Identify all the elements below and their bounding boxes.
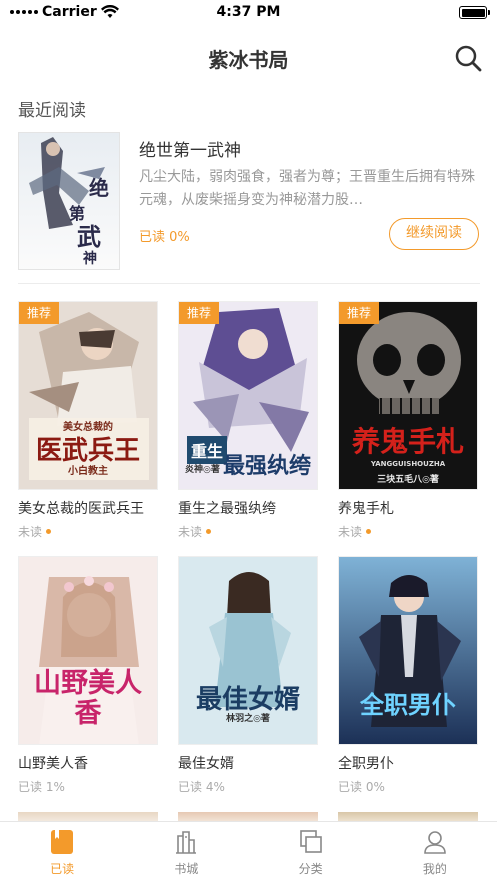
recent-book-title: 绝世第一武神 (139, 141, 241, 161)
unread-dot (46, 529, 52, 534)
cover-author: 林羽之◎著 (226, 714, 270, 724)
svg-text:绝: 绝 (89, 176, 109, 200)
book-status: 未读 (178, 523, 318, 540)
book-status: 已读 1% (18, 778, 158, 795)
profile-icon (424, 831, 446, 854)
cover-subtitle: 重生 (187, 436, 227, 464)
book-cover[interactable]: 全职男仆 (338, 556, 478, 745)
book-title: 山野美人香 (18, 756, 88, 772)
category-icon (299, 830, 322, 853)
book-cover[interactable]: 重生 最强纨绔 炎神◎著 推荐 (178, 301, 318, 490)
book-card[interactable]: 养鬼手札 YANGGUISHOUZHA 三块五毛八◎著 推荐 养鬼手札 未读 (338, 301, 478, 540)
book-status-label: 已读 0% (338, 780, 385, 794)
recent-cover-art: 绝 第 武 神 (19, 133, 119, 269)
book-card[interactable]: 重生 最强纨绔 炎神◎著 推荐 重生之最强纨绔 未读 (178, 301, 318, 540)
recent-reading-heading: 最近阅读 (18, 101, 86, 121)
book-status-label: 未读 (178, 525, 203, 539)
recent-book-cover[interactable]: 绝 第 武 神 (18, 132, 120, 270)
recent-book-description: 凡尘大陆，弱肉强食，强者为尊；王晋重生后拥有特殊元魂，从废柴摇身变为神秘潜力股… (139, 169, 475, 208)
book-status-label: 已读 4% (178, 780, 225, 794)
svg-text:第: 第 (69, 204, 85, 223)
book-cover[interactable]: 养鬼手札 YANGGUISHOUZHA 三块五毛八◎著 推荐 (338, 301, 478, 490)
tab-bookstore[interactable]: 书城 (124, 822, 248, 883)
clock: 4:37 PM (216, 4, 281, 20)
tab-category[interactable]: 分类 (249, 822, 373, 883)
svg-text:武: 武 (77, 222, 101, 251)
bookstore-icon (176, 831, 197, 854)
tab-label: 分类 (298, 862, 323, 876)
cover-subtitle: YANGGUISHOUZHA (370, 460, 446, 468)
tab-label: 书城 (174, 862, 199, 876)
svg-text:神: 神 (83, 250, 97, 267)
continue-reading-button[interactable]: 继续阅读 (389, 218, 479, 250)
cover-author: 炎神◎著 (185, 465, 220, 475)
book-icon (51, 830, 74, 854)
recommend-badge: 推荐 (19, 302, 59, 324)
book-title: 养鬼手札 (338, 501, 394, 517)
book-card[interactable]: 最佳女婿 林羽之◎著 最佳女婿 已读 4% (178, 556, 318, 795)
tab-profile[interactable]: 我的 (373, 822, 497, 883)
book-status: 已读 0% (338, 778, 478, 795)
divider (18, 283, 480, 284)
status-bar: Carrier 4:37 PM (0, 0, 497, 26)
book-cover[interactable]: 最佳女婿 林羽之◎著 (178, 556, 318, 745)
book-card[interactable]: 全职男仆 全职男仆 已读 0% (338, 556, 478, 795)
book-status: 未读 (18, 523, 158, 540)
cover-title: 全职男仆 (360, 690, 456, 719)
battery-icon (459, 6, 490, 19)
book-title: 全职男仆 (338, 756, 394, 772)
book-status: 未读 (338, 523, 478, 540)
book-title: 重生之最强纨绔 (178, 501, 276, 517)
page-title: 紫冰书局 (208, 48, 289, 72)
book-title: 美女总裁的医武兵王 (18, 501, 144, 517)
book-title: 最佳女婿 (178, 756, 234, 772)
recent-book-progress: 已读 0% (139, 230, 190, 245)
cover-title: 山野美人香 (34, 668, 142, 729)
book-status: 已读 4% (178, 778, 318, 795)
tab-label: 已读 (50, 862, 75, 876)
tab-label: 我的 (422, 862, 447, 876)
cover-title: 养鬼手札 (351, 425, 464, 458)
book-status-label: 已读 1% (18, 780, 65, 794)
book-card[interactable]: 山野美人香 山野美人香 已读 1% (18, 556, 158, 795)
book-status-label: 未读 (18, 525, 43, 539)
cover-author: 小白教主 (68, 466, 108, 477)
book-status-label: 未读 (338, 525, 363, 539)
search-icon[interactable] (453, 43, 483, 73)
tab-reading[interactable]: 已读 (0, 822, 124, 883)
unread-dot (366, 529, 372, 534)
recommend-badge: 推荐 (339, 302, 379, 324)
book-cover[interactable]: 山野美人香 (18, 556, 158, 745)
navigation-bar: 紫冰书局 (0, 26, 497, 88)
unread-dot (206, 529, 212, 534)
cover-title: 最强纨绔 (223, 453, 312, 479)
cover-author: 三块五毛八◎著 (377, 475, 439, 485)
book-card[interactable]: 美女总裁的 医武兵王 小白教主 推荐 美女总裁的医武兵王 未读 (18, 301, 158, 540)
book-cover[interactable]: 美女总裁的 医武兵王 小白教主 推荐 (18, 301, 158, 490)
recent-book[interactable]: 绝 第 武 神 绝世第一武神 凡尘大陆，弱肉强食，强者为尊；王晋重生后拥有特殊元… (18, 132, 480, 272)
recommend-badge: 推荐 (179, 302, 219, 324)
tab-bar: 已读 书城 分类 我的 (0, 821, 497, 883)
